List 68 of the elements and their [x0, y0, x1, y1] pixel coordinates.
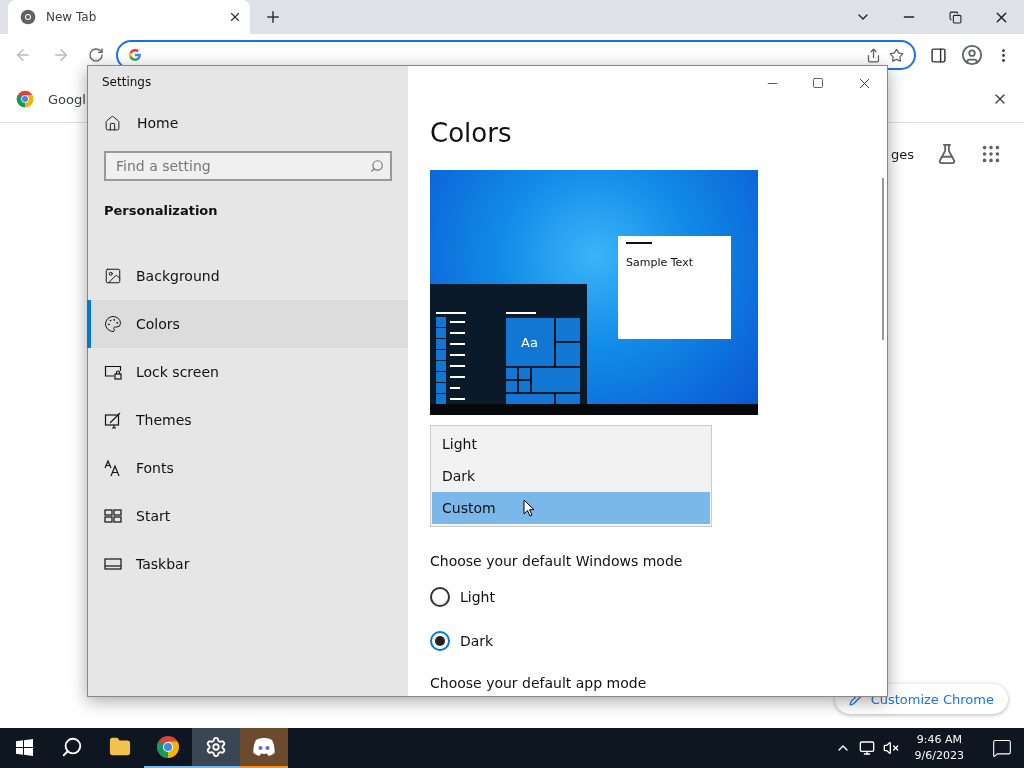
radio-label: Dark [460, 633, 494, 649]
nav-item[interactable]: Start [87, 492, 408, 540]
close-icon[interactable] [228, 10, 242, 24]
link-text[interactable]: ges [890, 146, 914, 162]
share-icon[interactable] [866, 47, 881, 63]
browser-icon [16, 90, 34, 108]
radio-button[interactable] [430, 631, 450, 651]
apps-grid-icon[interactable] [980, 143, 1002, 165]
infobar-text: Googl [48, 91, 87, 107]
lock-screen-icon [104, 363, 122, 381]
search-field[interactable]: Find a setting [104, 151, 392, 181]
reload-icon[interactable] [88, 47, 104, 63]
nav-item[interactable]: Taskbar [87, 540, 408, 588]
browser-tab[interactable]: New Tab [8, 0, 250, 34]
page-heading: Colors [430, 118, 513, 150]
profile-icon[interactable] [961, 44, 983, 66]
radio-button[interactable] [430, 587, 450, 607]
window-title: Settings [101, 74, 153, 91]
sample-text: Sample Text [626, 256, 693, 269]
themes-icon [104, 411, 122, 429]
dropdown-option[interactable]: Custom [432, 492, 710, 524]
dropdown-option[interactable]: Light [432, 428, 710, 460]
radio-option[interactable]: Light [430, 575, 865, 619]
browser-icon [156, 735, 180, 759]
title-line-icon [626, 242, 652, 244]
tile-text: Aa [521, 335, 538, 350]
restore-icon[interactable] [948, 10, 962, 24]
nav-item[interactable]: Themes [87, 396, 408, 444]
browser-icon [20, 9, 36, 25]
bookmark-star-icon[interactable] [889, 47, 904, 63]
side-panel-icon[interactable] [930, 46, 947, 64]
search-icon[interactable] [61, 736, 83, 758]
volume-muted-icon[interactable] [882, 740, 899, 756]
taskbar-icon [104, 555, 122, 573]
folder-icon [109, 736, 131, 758]
notification-icon[interactable] [992, 738, 1012, 758]
section-title: Personalization [103, 202, 219, 220]
nav-item[interactable]: Fonts [87, 444, 408, 492]
settings-icon [205, 736, 227, 758]
nav-item[interactable]: Lock screen [87, 348, 408, 396]
clock[interactable]: 9:46 AM 9/6/2023 [906, 732, 972, 764]
home-icon [104, 114, 121, 132]
taskbar-app[interactable] [240, 728, 288, 768]
network-icon[interactable] [858, 740, 875, 756]
start-icon [104, 507, 122, 525]
section-label: Choose your default app mode [430, 675, 648, 691]
section-label: Choose your default Windows mode [430, 553, 684, 569]
windows-logo-icon[interactable] [15, 738, 33, 756]
gamepad-icon [252, 737, 276, 757]
taskbar-app[interactable] [192, 728, 240, 768]
home-link[interactable]: Home [88, 103, 408, 143]
radio-label: Light [460, 589, 495, 605]
maximize-icon[interactable] [812, 77, 824, 89]
mouse-cursor-icon [523, 499, 535, 517]
new-tab-icon[interactable] [264, 8, 282, 26]
tab-title: New Tab [46, 10, 98, 24]
search-engine-icon [128, 48, 142, 62]
clock-time: 9:46 AM [916, 732, 962, 748]
flask-icon[interactable] [936, 143, 958, 165]
nav-item[interactable]: Colors [87, 300, 408, 348]
search-icon [370, 159, 384, 173]
palette-icon [104, 315, 122, 333]
clock-date: 9/6/2023 [914, 748, 964, 764]
picture-icon [104, 267, 122, 285]
nav-item[interactable]: Background [87, 252, 408, 300]
radio-option[interactable]: Dark [430, 619, 865, 663]
fonts-icon [104, 459, 122, 477]
dropdown-option[interactable]: Dark [432, 460, 710, 492]
